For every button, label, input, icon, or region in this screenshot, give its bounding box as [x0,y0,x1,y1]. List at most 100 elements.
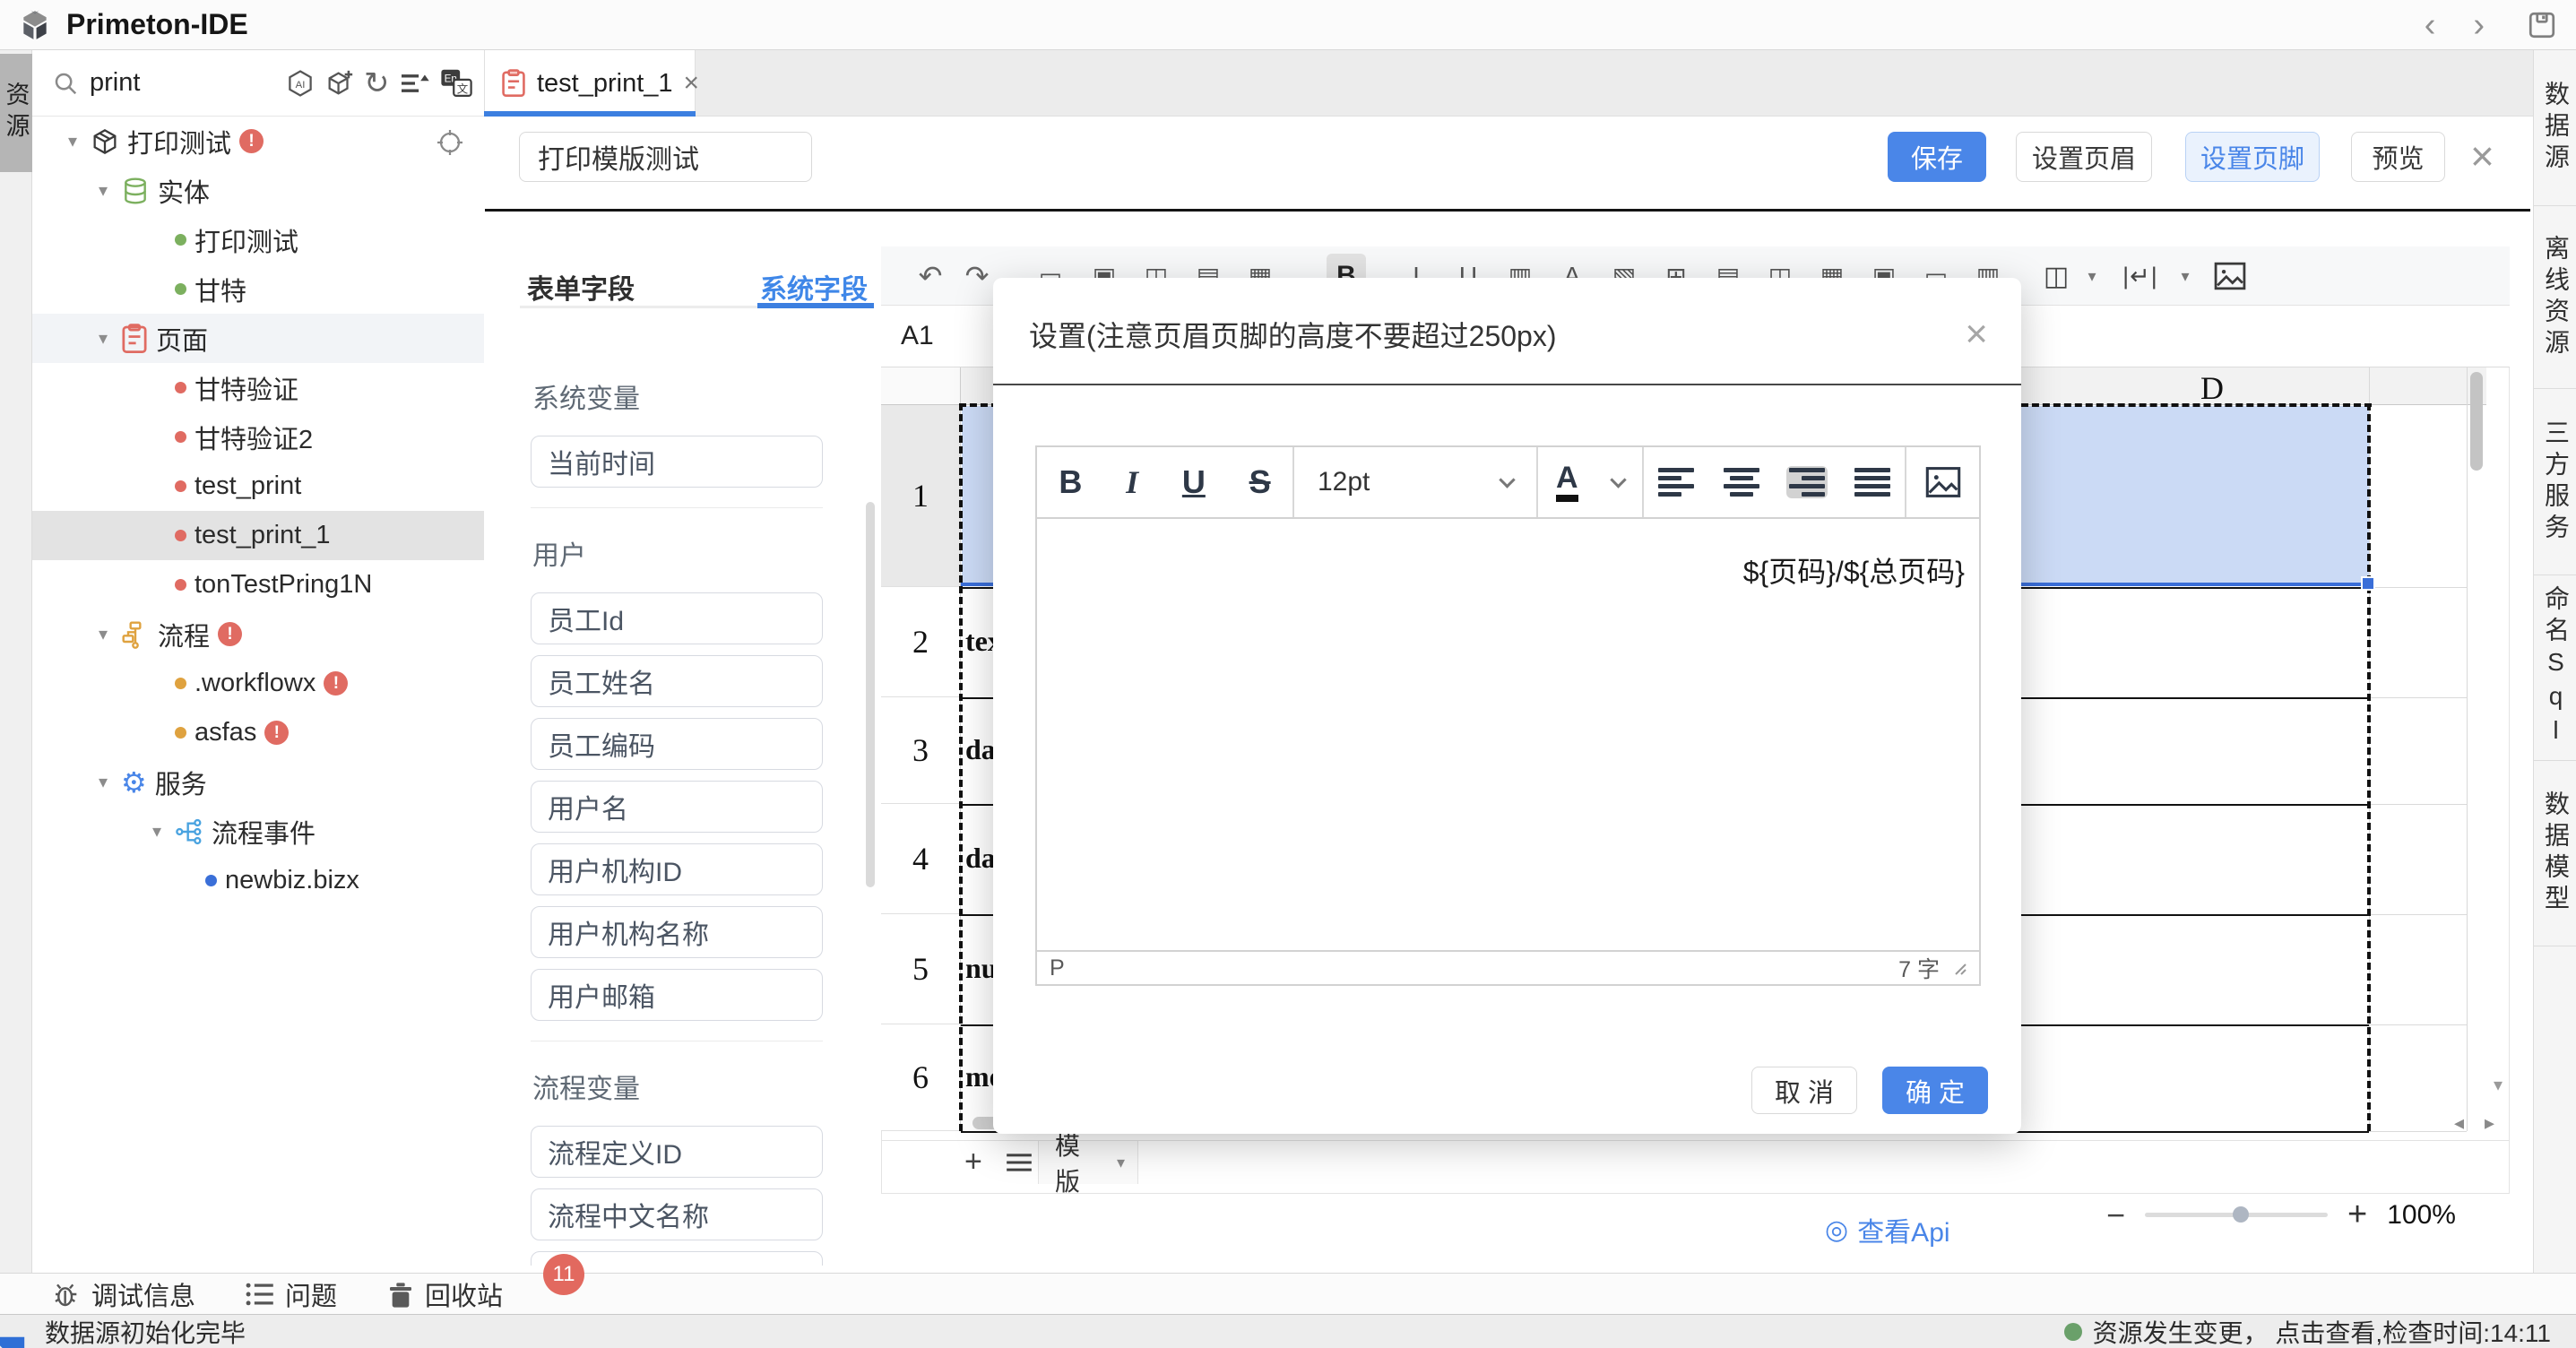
row-header-2[interactable]: 2 [881,587,961,697]
view-api-link[interactable]: ◎ 查看Api [1825,1210,1950,1249]
tree-caret-icon[interactable]: ▾ [93,327,113,350]
zoom-out-icon[interactable]: − [2106,1197,2125,1234]
wrap-text-icon[interactable]: |↵| [2121,246,2160,306]
tree-item-流程事件[interactable]: ▾流程事件 [32,807,484,856]
rail-tab-resources[interactable]: 资源 [0,54,32,172]
tree-item-页面[interactable]: ▾页面 [32,314,484,363]
tree-item-打印测试[interactable]: ▾打印测试! [32,117,484,166]
cell-text-fragment[interactable]: da [965,842,996,875]
editor-content[interactable]: ${页码}/${总页码} [1037,519,1979,954]
locate-icon[interactable] [436,128,464,157]
tree-item-test_print[interactable]: test_print [32,462,484,511]
column-header-d[interactable]: D [2178,369,2246,407]
tree-item-tonTestPring1N[interactable]: tonTestPring1N [32,560,484,609]
field-pill[interactable]: 用户机构名称 [531,906,823,958]
row-header-4[interactable]: 4 [881,804,961,914]
fields-scrollbar[interactable] [866,502,875,887]
tree-item-打印测试[interactable]: 打印测试 [32,215,484,264]
right-rail-tab-2[interactable]: 三方服务 [2534,389,2576,575]
grid-corner[interactable] [881,367,961,405]
right-rail-tab-1[interactable]: 离线资源 [2534,206,2576,389]
dialog-close-icon[interactable]: × [1965,315,1988,354]
ai-icon[interactable]: AI [285,68,316,99]
sort-list-icon[interactable] [399,70,431,97]
field-pill[interactable]: 流程定义ID [531,1126,823,1178]
zoom-slider-knob[interactable] [2233,1206,2249,1223]
insert-image-button[interactable] [1906,447,1979,517]
cell-name-box[interactable]: A1 [901,321,934,351]
tree-caret-icon[interactable]: ▾ [63,130,82,152]
refresh-icon[interactable]: ↻ [364,65,390,101]
cancel-button[interactable]: 取 消 [1751,1067,1857,1114]
set-footer-button[interactable]: 设置页脚 [2185,132,2320,182]
tree-item-newbiz-bizx[interactable]: newbiz.bizx [32,856,484,905]
set-header-button[interactable]: 设置页眉 [2016,132,2152,182]
chevron-down-icon[interactable]: ▾ [2165,246,2205,306]
tree-item-test_print_1[interactable]: test_print_1 [32,511,484,560]
template-name-input[interactable] [519,132,812,182]
tree-item-asfas[interactable]: asfas! [32,708,484,757]
field-pill[interactable]: 员工Id [531,592,823,644]
row-header-3[interactable]: 3 [881,697,961,804]
tree-item-甘特[interactable]: 甘特 [32,264,484,314]
save-button[interactable]: 保存 [1888,132,1986,182]
debug-info-button[interactable]: 调试信息 [52,1275,195,1313]
tree-caret-icon[interactable]: ▾ [93,179,113,202]
align-justify-icon[interactable] [1852,466,1893,498]
field-pill[interactable]: 用户名 [531,781,823,833]
field-pill[interactable]: 用户机构ID [531,843,823,895]
nav-back-icon[interactable]: ‹ [2425,8,2436,42]
tree-caret-icon[interactable]: ▾ [93,623,113,645]
nav-forward-icon[interactable]: › [2473,8,2485,42]
search-input[interactable] [88,67,267,99]
scroll-left-icon[interactable]: ◂ [2454,1111,2464,1135]
insert-image-icon[interactable] [2210,246,2250,306]
tree-item--workflowx[interactable]: .workflowx! [32,659,484,708]
scroll-down-icon[interactable]: ▾ [2494,1074,2503,1096]
field-pill[interactable]: 员工编码 [531,718,823,770]
redo-icon[interactable]: ↷ [957,246,997,306]
underline-icon[interactable]: U [1182,463,1206,501]
confirm-button[interactable]: 确 定 [1882,1067,1988,1114]
merge-cells-icon[interactable]: ◫ [2036,246,2076,306]
recycle-bin-button[interactable]: 回收站 [387,1275,503,1313]
zoom-in-icon[interactable]: + [2347,1196,2367,1234]
tree-item-甘特验证[interactable]: 甘特验证 [32,363,484,412]
resize-handle-icon[interactable] [1952,961,1967,975]
font-size-select[interactable]: 12pt [1294,447,1538,517]
selection-fill-handle[interactable] [2361,576,2375,591]
right-rail-tab-3[interactable]: 命名Sql [2534,575,2576,761]
save-workspace-icon[interactable] [2526,9,2558,41]
cell-text-fragment[interactable]: da [965,733,996,766]
sheet-tab-template[interactable]: 模版 ▾ [1038,1141,1138,1184]
tab-close-icon[interactable]: × [684,68,700,99]
add-sheet-icon[interactable]: + [964,1145,982,1180]
sheet-list-icon[interactable] [1006,1152,1033,1173]
row-header-6[interactable]: 6 [881,1024,961,1131]
field-pill[interactable]: 员工姓名 [531,655,823,707]
tree-item-流程[interactable]: ▾流程! [32,609,484,659]
preview-button[interactable]: 预览 [2351,132,2445,182]
tab-form-fields[interactable]: 表单字段 [527,267,635,307]
tree-item-甘特验证2[interactable]: 甘特验证2 [32,412,484,462]
italic-icon[interactable]: I [1126,463,1138,501]
field-pill[interactable]: 流程中文名称 [531,1188,823,1240]
tab-system-fields[interactable]: 系统字段 [760,267,868,307]
align-center-icon[interactable] [1721,466,1762,498]
font-color-select[interactable]: A [1538,447,1644,517]
sheet-vertical-scrollbar[interactable] [2470,372,2483,471]
zoom-slider[interactable] [2145,1213,2328,1217]
translate-icon[interactable]: En文 [440,68,472,99]
chevron-down-icon[interactable]: ▾ [2072,246,2112,306]
status-right[interactable]: 资源发生变更， 点击查看,检查时间:14:11 [2064,1314,2551,1348]
field-pill[interactable]: 用户邮箱 [531,969,823,1021]
tab-test-print-1[interactable]: test_print_1 × [484,50,696,117]
tree-caret-icon[interactable]: ▾ [147,820,167,842]
right-rail-tab-4[interactable]: 数据模型 [2534,761,2576,946]
align-left-icon[interactable] [1655,466,1697,498]
row-header-1[interactable]: 1 [881,405,961,587]
cube-add-icon[interactable] [324,68,355,99]
align-right-icon[interactable] [1786,466,1828,498]
scroll-right-icon[interactable]: ▸ [2485,1111,2494,1135]
strikethrough-icon[interactable]: S [1249,463,1271,501]
